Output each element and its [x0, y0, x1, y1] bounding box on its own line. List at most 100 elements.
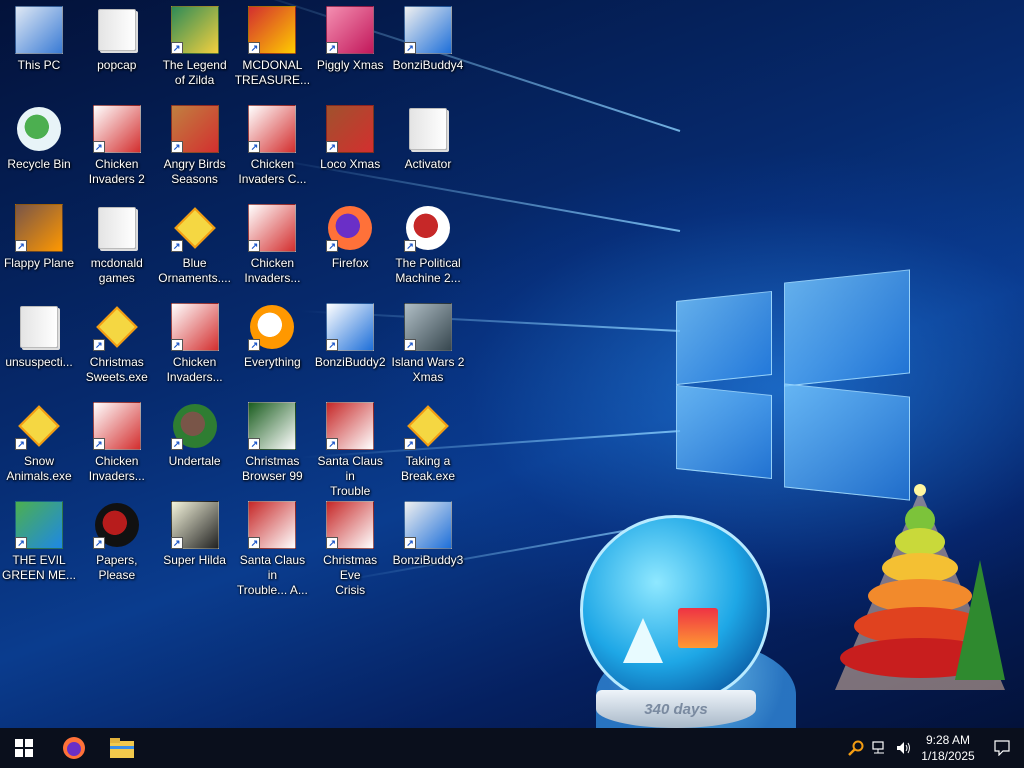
desktop-icon-label: Flappy Plane	[3, 256, 75, 270]
desktop-icon[interactable]: ↗ Firefox	[311, 198, 389, 294]
everything-icon: ↗	[248, 303, 296, 351]
file-explorer-icon	[110, 738, 134, 758]
desktop-icon[interactable]: Activator	[389, 99, 467, 195]
desktop-icon[interactable]: ↗ Angry Birds Seasons	[156, 99, 234, 195]
desktop-icon[interactable]: ↗ Flappy Plane	[0, 198, 78, 294]
angry-birds-icon: ↗	[170, 105, 219, 153]
messenger-icon: ↗	[15, 501, 63, 549]
santa-icon: ↗	[326, 501, 375, 549]
desktop-icon-label: Undertale	[168, 454, 221, 468]
desktop-icon-label: Christmas Sweets.exe	[85, 355, 148, 384]
action-center-button[interactable]	[980, 728, 1024, 768]
desktop-icon-label: mcdonald games	[90, 256, 143, 285]
desktop-icon[interactable]: ↗ Super Hilda	[156, 495, 234, 591]
shortcut-arrow-icon: ↗	[404, 339, 416, 351]
desktop-icon[interactable]: ↗ Chicken Invaders 2	[78, 99, 156, 195]
desktop-icon-label: Loco Xmas	[320, 157, 381, 171]
shortcut-arrow-icon: ↗	[170, 42, 183, 54]
hilda-icon: ↗	[170, 501, 219, 549]
desktop-icon[interactable]: ↗ The Political Machine 2...	[389, 198, 467, 294]
desktop-icon[interactable]: popcap	[78, 0, 156, 96]
desktop-icon-label: BonziBuddy4	[392, 58, 464, 72]
desktop-icon[interactable]: ↗ Piggly Xmas	[311, 0, 389, 96]
taskbar-firefox-button[interactable]	[50, 728, 98, 768]
desktop-icon[interactable]: ↗ Chicken Invaders C...	[233, 99, 311, 195]
volume-button[interactable]	[892, 728, 916, 768]
desktop-icon[interactable]: ↗ Blue Ornaments....	[156, 198, 234, 294]
desktop-icon[interactable]: ↗ Christmas Sweets.exe	[78, 297, 156, 393]
desktop-icon-label: Chicken Invaders...	[244, 256, 301, 285]
desktop-icon-label: Angry Birds Seasons	[163, 157, 226, 186]
search-tray-button[interactable]	[844, 728, 868, 768]
desktop-icon-label: popcap	[97, 58, 137, 72]
desktop[interactable]: 340 days This PC popcap ↗ The Legend of Zil…	[0, 0, 1024, 728]
desktop-icon-label: Christmas Eve Crisis	[323, 553, 378, 597]
zilda-icon: ↗	[170, 6, 219, 54]
shortcut-arrow-icon: ↗	[326, 438, 339, 450]
shortcut-arrow-icon: ↗	[170, 438, 183, 450]
desktop-icon-label: Activator	[404, 157, 452, 171]
start-button[interactable]	[0, 728, 48, 768]
snow-globe	[580, 515, 770, 705]
shortcut-arrow-icon: ↗	[404, 537, 416, 549]
desktop-icon[interactable]: ↗ Santa Claus in Trouble	[311, 396, 389, 498]
taskbar-file-explorer-button[interactable]	[98, 728, 146, 768]
desktop-icon-label: Island Wars 2 Xmas	[391, 355, 465, 384]
network-button[interactable]	[868, 728, 892, 768]
chicken-icon: ↗	[170, 303, 219, 351]
island-icon: ↗	[404, 303, 452, 351]
app-window-icon: ↗	[404, 501, 452, 549]
exe-icon: ↗	[170, 204, 219, 252]
shortcut-arrow-icon: ↗	[326, 339, 339, 351]
snow-globe-counter: 340 days	[596, 690, 756, 728]
shortcut-arrow-icon: ↗	[248, 537, 261, 549]
desktop-icon[interactable]: ↗ Santa Claus in Trouble... A...	[233, 495, 311, 597]
shortcut-arrow-icon: ↗	[15, 438, 27, 450]
file-icon	[15, 303, 63, 351]
shortcut-arrow-icon: ↗	[326, 537, 339, 549]
desktop-icon[interactable]: ↗ BonziBuddy3	[389, 495, 467, 591]
clock-date: 1/18/2025	[921, 749, 975, 763]
desktop-icon[interactable]: ↗ MCDONAL TREASURE...	[233, 0, 311, 96]
desktop-icon[interactable]: ↗ Everything	[233, 297, 311, 393]
shortcut-arrow-icon: ↗	[170, 339, 183, 351]
exe-icon: ↗	[404, 402, 452, 450]
shortcut-arrow-icon: ↗	[92, 339, 105, 351]
shortcut-arrow-icon: ↗	[15, 240, 27, 252]
taskbar-clock[interactable]: 9:28 AM 1/18/2025	[916, 732, 980, 764]
exe-icon: ↗	[92, 303, 141, 351]
desktop-icon-label: Chicken Invaders C...	[238, 157, 307, 186]
desktop-icon[interactable]: ↗ Chicken Invaders...	[78, 396, 156, 492]
shortcut-arrow-icon: ↗	[248, 339, 261, 351]
desktop-icon-label: BonziBuddy2	[314, 355, 386, 369]
mcdonalds-icon: ↗	[248, 6, 297, 54]
desktop-icon[interactable]: ↗ Chicken Invaders...	[156, 297, 234, 393]
desktop-icon[interactable]: ↗ Snow Animals.exe	[0, 396, 78, 492]
shortcut-arrow-icon: ↗	[170, 240, 183, 252]
shortcut-arrow-icon: ↗	[248, 141, 261, 153]
chicken-icon: ↗	[248, 105, 297, 153]
desktop-icon[interactable]: ↗ Island Wars 2 Xmas	[389, 297, 467, 393]
desktop-icon[interactable]: ↗ The Legend of Zilda	[156, 0, 234, 96]
desktop-icon[interactable]: mcdonald games	[78, 198, 156, 294]
desktop-icon[interactable]: ↗ BonziBuddy2	[311, 297, 389, 393]
desktop-icon[interactable]: ↗ Chicken Invaders...	[233, 198, 311, 294]
desktop-icon-label: BonziBuddy3	[392, 553, 464, 567]
desktop-icon[interactable]: ↗ Christmas Browser 99	[233, 396, 311, 492]
shortcut-arrow-icon: ↗	[326, 141, 339, 153]
network-icon	[872, 741, 884, 754]
desktop-icon[interactable]: This PC	[0, 0, 78, 96]
desktop-icon-label: Taking a Break.exe	[400, 454, 456, 483]
desktop-icon[interactable]: unsuspecti...	[0, 297, 78, 393]
desktop-icon[interactable]: ↗ Taking a Break.exe	[389, 396, 467, 492]
desktop-icon[interactable]: ↗ BonziBuddy4	[389, 0, 467, 96]
desktop-icon[interactable]: ↗ Christmas Eve Crisis	[311, 495, 389, 597]
desktop-icon[interactable]: ↗ THE EVIL GREEN ME...	[0, 495, 78, 591]
desktop-icon[interactable]: ↗ Undertale	[156, 396, 234, 492]
desktop-icon[interactable]: Recycle Bin	[0, 99, 78, 195]
desktop-icon[interactable]: ↗ Papers, Please	[78, 495, 156, 591]
desktop-icon-label: Firefox	[331, 256, 369, 270]
desktop-icon-label: Recycle Bin	[7, 157, 71, 171]
desktop-icon[interactable]: ↗ Loco Xmas	[311, 99, 389, 195]
desktop-icon-label: Santa Claus in Trouble... A...	[236, 553, 308, 597]
